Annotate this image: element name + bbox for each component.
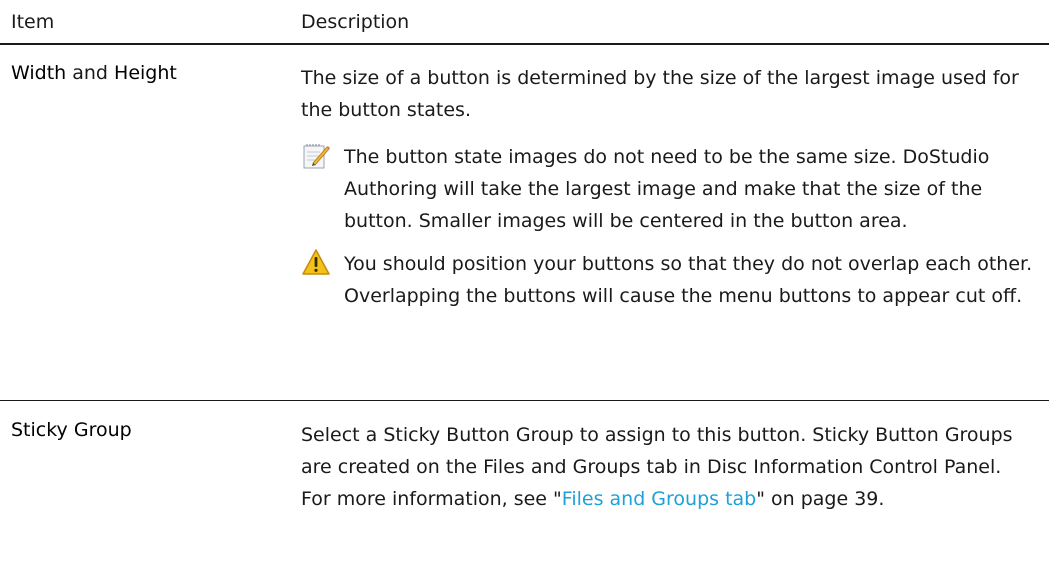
note-pencil-icon	[299, 141, 333, 173]
note-callout: The button state images do not need to b…	[301, 141, 1035, 237]
term-sticky-group: Sticky Group	[11, 419, 132, 441]
row-description: The size of a button is determined by th…	[301, 62, 1049, 400]
header-description: Description	[301, 10, 410, 33]
table-row: Width and Height The size of a button is…	[0, 45, 1049, 401]
warning-text: You should position your buttons so that…	[344, 253, 1033, 307]
description-after-link: " on page 39.	[756, 488, 885, 510]
table-row: Sticky Group Select a Sticky Button Grou…	[0, 401, 1049, 515]
header-item: Item	[11, 10, 55, 33]
row-item-sticky-group: Sticky Group	[0, 419, 301, 515]
description-table: Item Description Width and Height The si…	[0, 0, 1049, 515]
description-text: The size of a button is determined by th…	[301, 67, 1019, 121]
note-text: The button state images do not need to b…	[344, 146, 990, 232]
term-width: Width	[11, 62, 67, 84]
files-and-groups-link[interactable]: Files and Groups tab	[562, 488, 756, 510]
table-header: Item Description	[0, 0, 1049, 45]
row-description: Select a Sticky Button Group to assign t…	[301, 419, 1049, 515]
warning-triangle-icon	[299, 248, 333, 280]
warning-callout: You should position your buttons so that…	[301, 248, 1035, 312]
description-text: Select a Sticky Button Group to assign t…	[301, 419, 1035, 515]
row-item-width-height: Width and Height	[0, 62, 301, 400]
term-and: and	[66, 62, 115, 84]
term-height: Height	[114, 62, 177, 84]
